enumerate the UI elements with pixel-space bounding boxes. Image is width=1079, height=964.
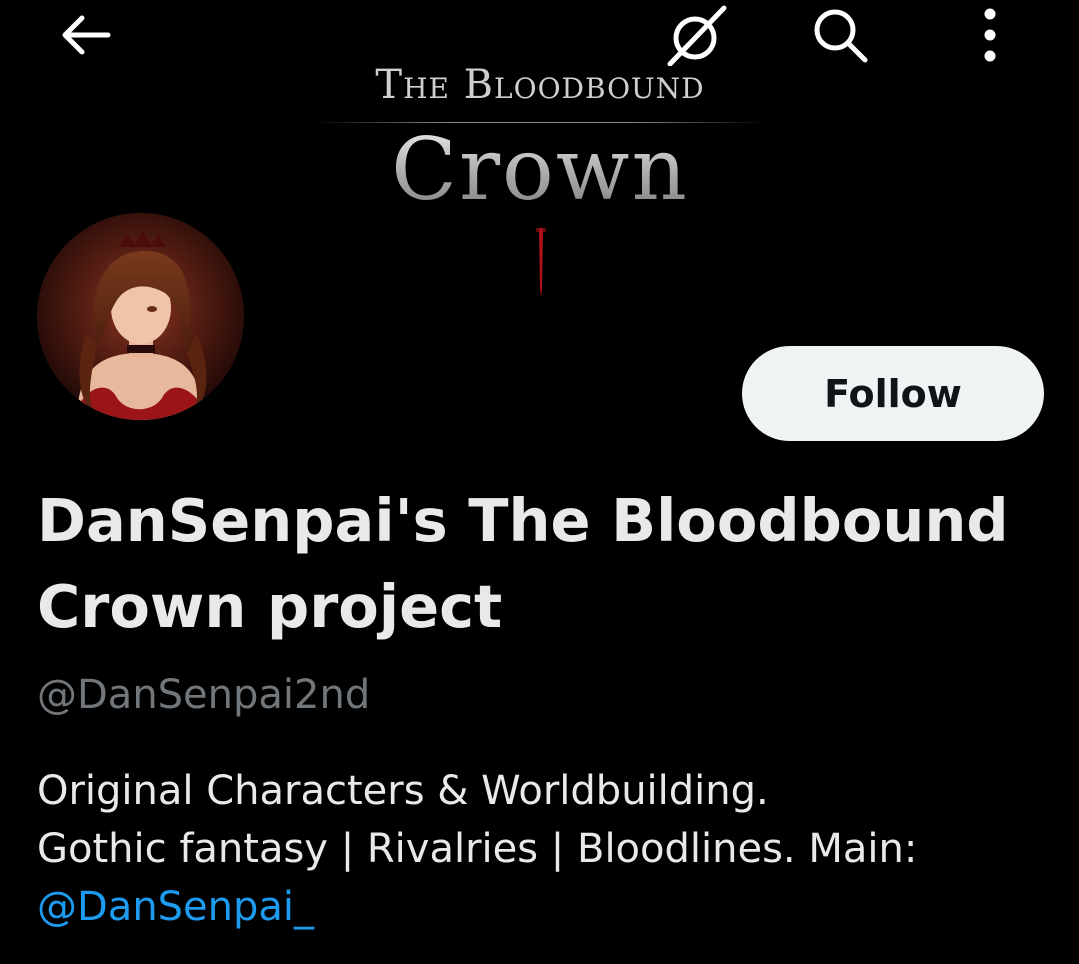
avatar-portrait-image [37,213,244,420]
banner-logo-subtitle: Crown [300,120,780,220]
banner-logo: The Bloodbound Crown [300,62,780,298]
bio-line: Gothic fantasy | Rivalries | Bloodlines.… [37,826,918,872]
profile-bio: Original Characters & Worldbuilding. Got… [37,762,1047,936]
search-button[interactable] [800,0,880,70]
blood-drip-icon [536,228,546,298]
bio-mention-link[interactable]: @DanSenpai_ [37,878,1047,936]
follow-button[interactable]: Follow [742,346,1044,441]
mute-button[interactable] [655,0,735,70]
profile-display-name: DanSenpai's The Bloodbound Crown project [37,486,1009,641]
bio-line: Original Characters & Worldbuilding. [37,768,769,814]
arrow-left-icon [62,15,111,55]
more-vertical-icon [984,8,996,62]
back-button[interactable] [45,0,125,70]
muted-slash-icon [667,5,727,66]
profile-handle: @DanSenpai2nd [37,672,371,718]
more-options-button[interactable] [950,0,1030,70]
profile-avatar[interactable] [37,213,244,420]
search-icon [814,9,868,63]
